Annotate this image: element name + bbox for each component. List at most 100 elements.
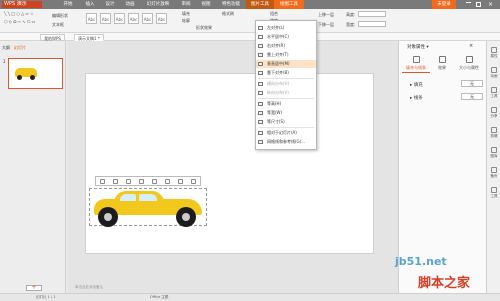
- app-logo[interactable]: WPS 演示: [2, 1, 42, 8]
- fill-section[interactable]: ▸ 填充: [410, 82, 423, 88]
- shape-effect-button[interactable]: 形状效果: [196, 25, 212, 31]
- shape-style-4[interactable]: Abc: [128, 13, 139, 24]
- tab-features[interactable]: 特色功能: [216, 0, 246, 9]
- sidebar-tools[interactable]: 工具: [489, 87, 499, 99]
- menu-item-align-middle[interactable]: 垂直居中(M): [256, 60, 316, 68]
- tab-home[interactable]: 开始: [58, 0, 78, 9]
- backup-icon: [491, 167, 497, 173]
- property-tabs: 填充与线条 效果 大小与属性: [398, 53, 486, 73]
- menu-item-align-bottom[interactable]: 靠下对齐(B): [256, 69, 316, 77]
- height-input[interactable]: [358, 11, 386, 17]
- sidebar-properties[interactable]: 属性: [489, 47, 499, 59]
- doc-tab-presentation[interactable]: 演示文稿1 *: [74, 34, 104, 41]
- tab-outline[interactable]: 大纲: [2, 45, 10, 51]
- menu-item-align-center[interactable]: 水平居中(C): [256, 33, 316, 41]
- tab-review[interactable]: 审阅: [176, 0, 196, 9]
- maximize-icon[interactable]: [476, 2, 481, 7]
- gridlines-icon: [258, 140, 263, 144]
- layer-icon[interactable]: [178, 178, 183, 184]
- minimize-icon[interactable]: [466, 2, 471, 7]
- tab-fill-line[interactable]: 填充与线条: [402, 53, 430, 73]
- effect-icon[interactable]: [152, 178, 157, 184]
- tab-insert[interactable]: 插入: [80, 0, 100, 9]
- distribute-horizontal-icon: [258, 82, 263, 86]
- sidebar-tools-2[interactable]: 工具: [489, 187, 499, 199]
- sidebar-backup[interactable]: 备份: [489, 167, 499, 179]
- menu-item-distribute-vertical[interactable]: 纵向分布(V): [256, 89, 316, 97]
- rotate-icon[interactable]: [113, 178, 118, 184]
- floating-picture-toolbar: [95, 176, 201, 186]
- login-button[interactable]: 未登录: [432, 0, 456, 9]
- car-picture[interactable]: [89, 188, 207, 227]
- toolbox-icon: [491, 187, 497, 193]
- fill-button[interactable]: 填充: [182, 11, 190, 17]
- menu-item-gridlines[interactable]: 网格线和参考线(G)...: [256, 138, 316, 146]
- sidebar-clip[interactable]: 剪辑: [489, 127, 499, 139]
- sidebar-animation[interactable]: 动画: [489, 67, 499, 79]
- outline-icon[interactable]: [139, 178, 144, 184]
- shape-gallery-row2[interactable]: ⬡ ◇ ⬭ ⌒ ∿ ⬠ ▭: [4, 19, 35, 24]
- outline-button[interactable]: 轮廓: [182, 18, 190, 24]
- car-thumbnail-wheel: [30, 75, 35, 80]
- slide[interactable]: [85, 73, 374, 254]
- gallery-icon: [491, 147, 497, 153]
- add-slide-button[interactable]: +: [26, 285, 42, 291]
- textbox-button[interactable]: 文本框: [52, 22, 64, 28]
- more-icon[interactable]: [191, 178, 196, 184]
- menu-item-relative-to-slide[interactable]: 相对于幻灯片(A): [256, 129, 316, 137]
- car-hubcap: [104, 213, 112, 221]
- shape-style-5[interactable]: Abc: [142, 13, 153, 24]
- car-thumbnail-wheel: [17, 75, 22, 80]
- sidebar-share[interactable]: 分享: [489, 107, 499, 119]
- line-section[interactable]: ▸ 线条: [410, 95, 423, 101]
- menu-item-align-right[interactable]: 右对齐(R): [256, 42, 316, 50]
- fill-value-select[interactable]: 无: [461, 80, 483, 87]
- close-icon[interactable]: ×: [469, 43, 473, 49]
- title-bar: WPS 演示 开始 插入 设计 动画 幻灯片放映 审阅 视图 特色功能 图片工具…: [0, 0, 500, 9]
- panel-title[interactable]: 对象属性 ▾: [407, 44, 429, 50]
- format-brush-button[interactable]: 格式刷: [222, 11, 234, 17]
- align-icon[interactable]: [165, 178, 170, 184]
- close-icon[interactable]: ×: [488, 0, 496, 9]
- sidebar-gallery[interactable]: 图库: [489, 147, 499, 159]
- tab-effect[interactable]: 效果: [430, 53, 454, 73]
- shape-style-2[interactable]: Abc: [100, 13, 111, 24]
- combine-button[interactable]: 组合: [270, 11, 278, 17]
- flip-icon[interactable]: [126, 178, 131, 184]
- align-middle-icon: [258, 62, 263, 66]
- menu-item-same-size[interactable]: 等尺寸(S): [256, 118, 316, 126]
- tab-slideshow[interactable]: 幻灯片放映: [140, 0, 176, 9]
- shape-gallery[interactable]: ╲ ╲ □ ○ △ ⇨ ☆: [4, 11, 34, 16]
- doc-tab-mywps[interactable]: 我的WPS: [40, 34, 65, 41]
- crop-icon[interactable]: [100, 178, 105, 184]
- tab-animation[interactable]: 动画: [120, 0, 140, 9]
- menu-item-align-left[interactable]: 左对齐(L): [256, 24, 316, 32]
- menu-item-distribute-horizontal[interactable]: 横向分布(H): [256, 80, 316, 88]
- theme-name: Office 主题: [150, 295, 169, 299]
- edit-shape-button[interactable]: 编辑形状: [52, 13, 68, 19]
- shape-style-1[interactable]: Abc: [86, 13, 97, 24]
- align-top-icon: [258, 53, 263, 57]
- watermark-domain: jb51.net: [395, 255, 447, 268]
- tab-view[interactable]: 视图: [196, 0, 216, 9]
- menu-item-align-top[interactable]: 靠上对齐(T): [256, 51, 316, 59]
- shape-style-6[interactable]: Abc: [156, 13, 167, 24]
- width-input[interactable]: [358, 21, 386, 27]
- tab-size-properties[interactable]: 大小与属性: [454, 53, 484, 73]
- relative-to-slide-icon: [258, 131, 263, 135]
- tab-picture-tools[interactable]: 图片工具: [246, 0, 274, 9]
- bring-forward-button[interactable]: 上移一层: [318, 12, 334, 18]
- distribute-vertical-icon: [258, 91, 263, 95]
- line-value-select[interactable]: 无: [461, 93, 483, 100]
- menu-item-same-width[interactable]: 等宽(W): [256, 109, 316, 117]
- menu-item-same-height[interactable]: 等高(H): [256, 100, 316, 108]
- properties-icon: [491, 47, 497, 53]
- slide-thumbnail[interactable]: [8, 58, 63, 89]
- shape-style-3[interactable]: Abc: [114, 13, 125, 24]
- align-bottom-icon: [258, 71, 263, 75]
- tab-drawing-tools[interactable]: 绘图工具: [274, 0, 304, 9]
- tab-slides[interactable]: 幻灯片: [14, 45, 26, 51]
- tab-design[interactable]: 设计: [100, 0, 120, 9]
- notes-hint[interactable]: 单击此处添加备注: [75, 285, 103, 290]
- send-backward-button[interactable]: 下移一层: [318, 22, 334, 28]
